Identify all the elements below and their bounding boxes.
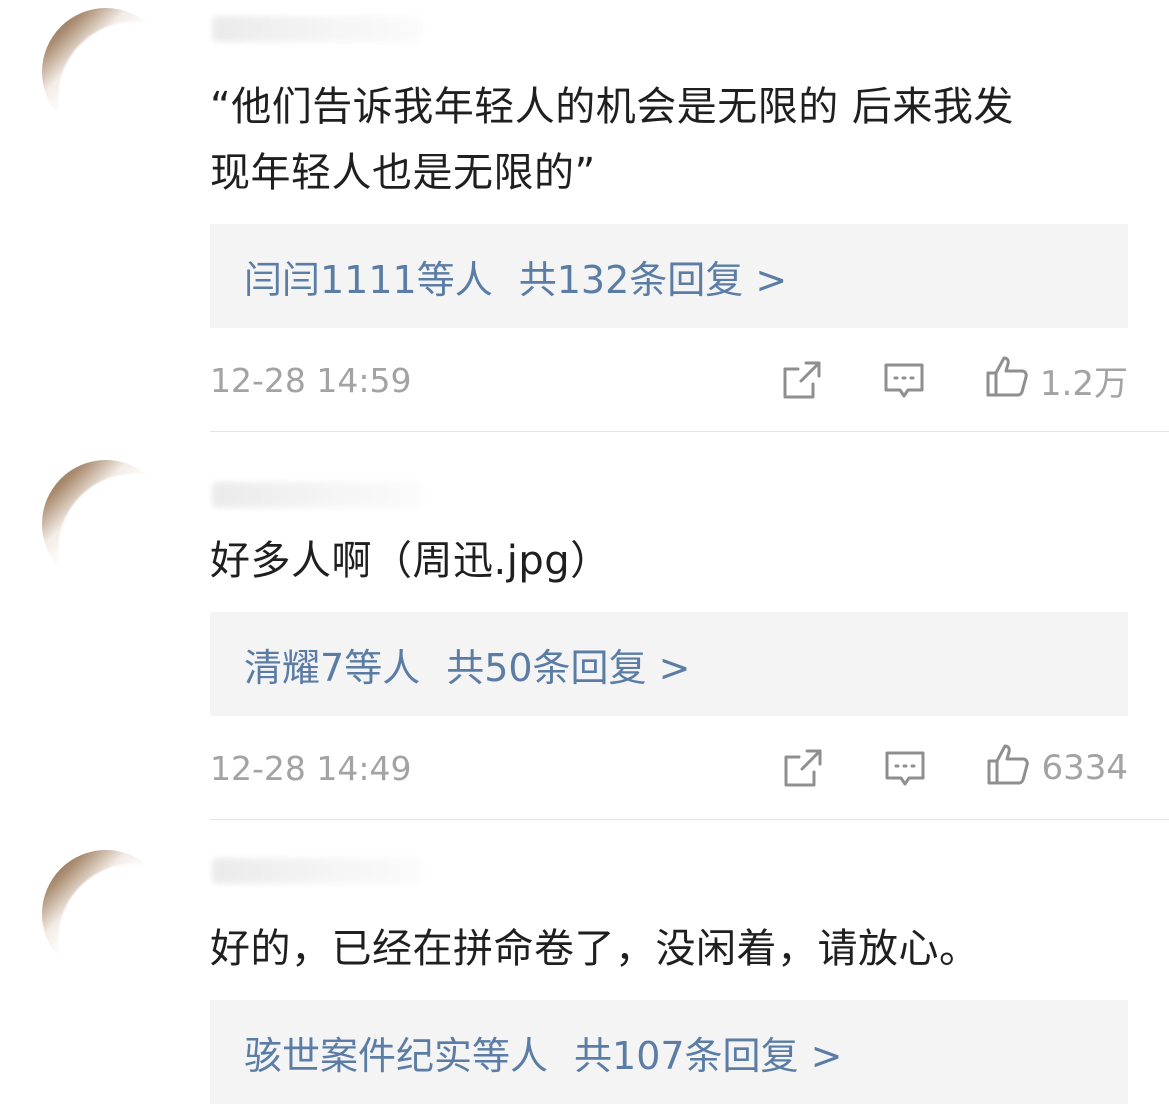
replies-preview-button[interactable]: 清耀7 等人 共50条回复 > bbox=[210, 612, 1128, 716]
timestamp: 12-28 14:59 bbox=[210, 360, 412, 400]
reply-total-link: 共107条回复 > bbox=[574, 1033, 843, 1078]
username-blurred[interactable] bbox=[212, 16, 422, 42]
comment-icon[interactable] bbox=[882, 358, 926, 402]
comment-text-line: “他们告诉我年轻人的机会是无限的 后来我发 bbox=[210, 84, 1014, 130]
comment-text: “他们告诉我年轻人的机会是无限的 后来我发 现年轻人也是无限的” bbox=[210, 74, 1130, 206]
username-blurred[interactable] bbox=[212, 482, 422, 508]
reply-others-label: 等人 bbox=[472, 1033, 549, 1078]
avatar[interactable] bbox=[42, 850, 170, 978]
share-icon[interactable] bbox=[780, 358, 824, 402]
avatar[interactable] bbox=[42, 460, 170, 588]
comment-item: “他们告诉我年轻人的机会是无限的 后来我发 现年轻人也是无限的” 闫闫1111 … bbox=[0, 0, 1169, 432]
comment-text: 好的，已经在拼命卷了，没闲着，请放心。 bbox=[210, 916, 1130, 982]
comment-text: 好多人啊（周迅.jpg） bbox=[210, 528, 1130, 594]
share-icon[interactable] bbox=[781, 746, 825, 790]
replies-preview-button[interactable]: 骇世案件纪实 等人 共107条回复 > bbox=[210, 1000, 1128, 1104]
like-count: 6334 bbox=[1041, 748, 1128, 788]
comment-meta: 12-28 14:49 6334 bbox=[210, 743, 1128, 793]
comment-item: 好的，已经在拼命卷了，没闲着，请放心。 骇世案件纪实 等人 共107条回复 > bbox=[0, 820, 1169, 1104]
avatar[interactable] bbox=[42, 8, 170, 136]
comment-text-line: 现年轻人也是无限的” bbox=[210, 150, 596, 196]
reply-user-names: 骇世案件纪实 bbox=[244, 1033, 473, 1078]
reply-others-label: 等人 bbox=[344, 645, 421, 690]
reply-total-link: 共132条回复 > bbox=[518, 257, 788, 302]
reply-others-label: 等人 bbox=[416, 257, 493, 302]
comment-text-line: 好的，已经在拼命卷了，没闲着，请放心。 bbox=[210, 926, 980, 972]
comment-item: 好多人啊（周迅.jpg） 清耀7 等人 共50条回复 > 12-28 14:49 bbox=[0, 432, 1169, 820]
timestamp: 12-28 14:49 bbox=[210, 748, 412, 788]
username-blurred[interactable] bbox=[212, 858, 422, 884]
reply-total-link: 共50条回复 > bbox=[446, 645, 691, 690]
like-button[interactable]: 6334 bbox=[985, 742, 1128, 794]
comment-text-line: 好多人啊（周迅.jpg） bbox=[210, 538, 611, 584]
thumbs-up-icon bbox=[984, 354, 1030, 406]
reply-user-names: 清耀7 bbox=[244, 645, 345, 690]
replies-preview-button[interactable]: 闫闫1111 等人 共132条回复 > bbox=[210, 224, 1128, 328]
like-button[interactable]: 1.2万 bbox=[984, 354, 1128, 406]
thumbs-up-icon bbox=[985, 742, 1031, 794]
reply-user-names: 闫闫1111 bbox=[244, 257, 417, 302]
comment-icon[interactable] bbox=[883, 746, 927, 790]
like-count: 1.2万 bbox=[1039, 363, 1128, 404]
comment-meta: 12-28 14:59 1.2万 bbox=[210, 355, 1128, 405]
